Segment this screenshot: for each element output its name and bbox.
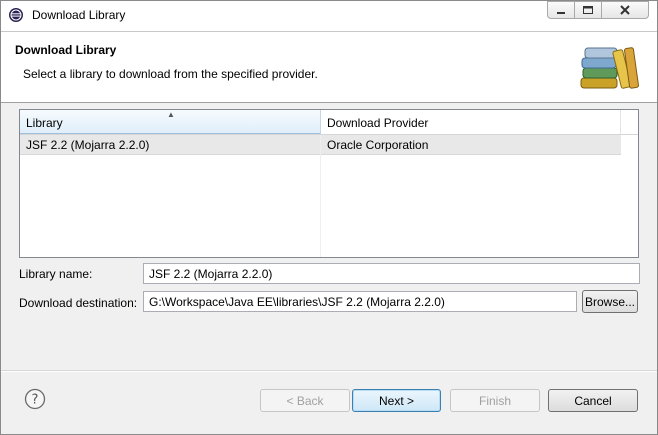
minimize-icon <box>557 12 565 14</box>
finish-button[interactable]: Finish <box>450 389 540 412</box>
banner-description: Select a library to download from the sp… <box>23 67 318 81</box>
eclipse-icon <box>8 7 24 23</box>
window-title: Download Library <box>32 8 126 22</box>
maximize-icon <box>583 6 593 14</box>
cell-library: JSF 2.2 (Mojarra 2.2.0) <box>26 138 150 152</box>
books-icon <box>577 42 639 95</box>
sort-ascending-icon: ▲ <box>167 110 175 119</box>
download-destination-input[interactable]: G:\Workspace\Java EE\libraries\JSF 2.2 (… <box>143 291 577 312</box>
title-bar[interactable]: Download Library <box>1 1 657 31</box>
banner-title: Download Library <box>15 43 117 57</box>
svg-text:?: ? <box>32 393 39 408</box>
browse-button[interactable]: Browse... <box>582 290 638 313</box>
help-icon[interactable]: ? <box>24 388 46 413</box>
wizard-banner: Download Library Select a library to dow… <box>1 31 657 103</box>
back-button[interactable]: < Back <box>260 389 350 412</box>
download-library-dialog: Download Library Download Library Select… <box>0 0 658 435</box>
footer-separator <box>1 370 657 372</box>
column-header-download-provider[interactable]: Download Provider <box>321 110 621 134</box>
cancel-button[interactable]: Cancel <box>548 389 638 412</box>
close-icon <box>620 5 630 15</box>
close-button[interactable] <box>601 1 649 19</box>
column-divider <box>320 135 321 257</box>
library-name-input[interactable]: JSF 2.2 (Mojarra 2.2.0) <box>143 263 640 284</box>
download-destination-label: Download destination: <box>19 296 138 310</box>
cell-provider: Oracle Corporation <box>327 138 429 152</box>
minimize-button[interactable] <box>547 1 575 19</box>
table-header: Library ▲ Download Provider <box>20 110 638 135</box>
maximize-button[interactable] <box>574 1 602 19</box>
column-header-library[interactable]: Library ▲ <box>20 110 321 134</box>
library-table[interactable]: Library ▲ Download Provider JSF 2.2 (Moj… <box>19 109 639 258</box>
library-name-label: Library name: <box>19 267 93 281</box>
next-button[interactable]: Next > <box>352 389 441 412</box>
